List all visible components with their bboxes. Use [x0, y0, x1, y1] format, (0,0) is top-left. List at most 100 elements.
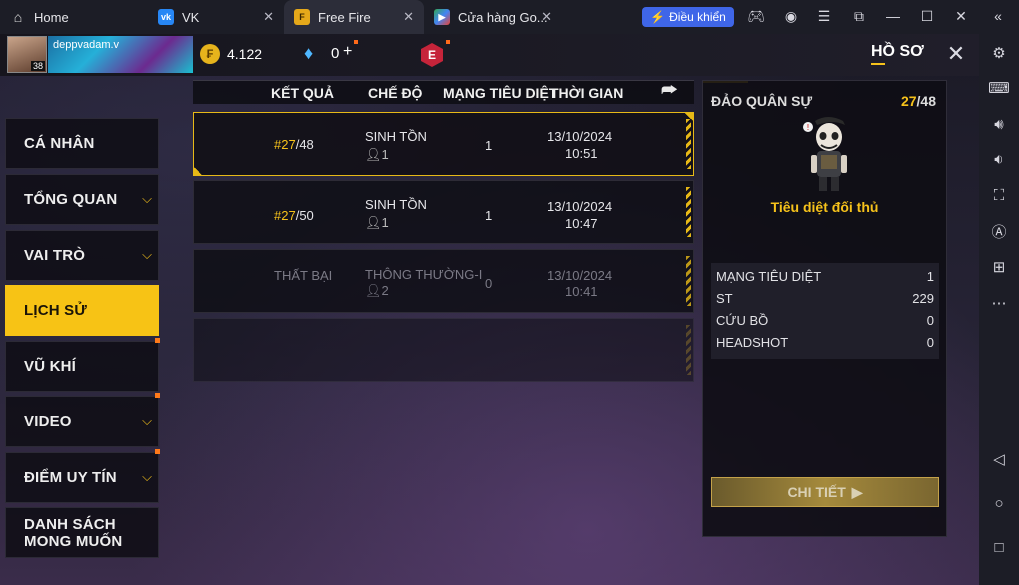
date-cell: 13/10/2024	[547, 199, 613, 214]
match-rank: 27/48	[900, 93, 936, 109]
mode-cell: SINH TỒN	[365, 197, 427, 212]
menu-item-1[interactable]: CÁ NHÂN	[5, 118, 159, 169]
account-icon[interactable]: ◉	[781, 6, 801, 26]
chevron-down-icon: ⌵	[142, 413, 152, 428]
menu-item-3[interactable]: VAI TRÒ ⌵	[5, 230, 159, 281]
popout-icon[interactable]: ⧉	[849, 6, 869, 26]
menu-item-6[interactable]: VIDEO ⌵	[5, 393, 160, 447]
page-title: HỒ SƠ	[871, 43, 924, 60]
home-icon: ⌂	[13, 9, 23, 25]
close-icon[interactable]: ✕	[944, 42, 968, 66]
lightning-icon: ⚡	[650, 10, 666, 24]
collapse-sidebar-icon[interactable]: «	[988, 6, 1008, 26]
menu-item-label: LỊCH SỬ	[24, 302, 88, 319]
kills-cell: 1	[485, 208, 493, 223]
result-cell: THẤT BẠI	[274, 268, 333, 283]
mode-cell: SINH TỒN	[365, 129, 427, 144]
mode-cell: THÔNG THƯỜNG-I	[365, 267, 483, 282]
gold-coin-icon: ₣	[200, 44, 220, 64]
close-tab-icon[interactable]: ✕	[541, 9, 552, 25]
more-options-icon[interactable]: ⋯	[988, 292, 1010, 314]
free-fire-icon: F	[294, 9, 310, 25]
add-diamond-button[interactable]: +	[343, 43, 352, 61]
menu-item-label: DANH SÁCH MONG MUỐN	[24, 516, 123, 550]
squad-size: 👤︎1	[365, 147, 389, 162]
tab-free-fire[interactable]: F Free Fire ✕	[284, 0, 424, 34]
minimize-icon[interactable]: —	[883, 6, 903, 26]
share-icon[interactable]: ⮫	[661, 80, 687, 102]
notification-dot	[354, 40, 358, 44]
rotate-icon[interactable]: Ⓐ	[988, 220, 1010, 242]
menu-item-4[interactable]: LỊCH SỬ	[5, 285, 159, 336]
table-row[interactable]: #27/48 SINH TỒN 👤︎1 1 13/10/2024 10:51	[193, 112, 694, 176]
match-detail-panel: ĐẢO QUÂN SỰ 27/48 ! Tiêu diệt đối thủ MẠ…	[702, 80, 947, 537]
menu-item-7[interactable]: ĐIỂM UY TÍN ⌵	[5, 449, 160, 503]
time-cell: 10:41	[565, 284, 598, 299]
character-sticker-icon: !	[803, 117, 847, 191]
tab-label: VK	[182, 9, 200, 25]
notification-dot	[155, 393, 160, 398]
maximize-icon[interactable]: ☐	[917, 6, 937, 26]
control-button[interactable]: ⚡ Điều khiển	[642, 7, 734, 27]
game-viewport: 38 deppvadam.v ₣ 4.122 ♦ 0 + E HỒ SƠ ✕ C…	[0, 34, 979, 585]
menu-item-label: TỔNG QUAN	[24, 191, 118, 208]
menu-item-2[interactable]: TỔNG QUAN ⌵	[5, 174, 159, 225]
menu-icon[interactable]: ☰	[814, 6, 834, 26]
title-bar: ⌂ Home vk VK ✕ F Free Fire ✕ ▶ Cửa hàng …	[0, 0, 1019, 34]
home-circle-icon[interactable]: ○	[988, 492, 1010, 514]
tab-label: Home	[34, 9, 69, 25]
back-icon[interactable]: ◁	[988, 448, 1010, 470]
table-row[interactable]: #27/50 SINH TỒN 👤︎1 1 13/10/2024 10:47	[193, 180, 694, 244]
result-cell: #27/50	[274, 208, 314, 223]
tab-google-play[interactable]: ▶ Cửa hàng Go... ✕	[424, 0, 562, 34]
close-tab-icon[interactable]: ✕	[263, 9, 274, 25]
play-arrow-icon: ▶	[851, 483, 863, 500]
player-name: deppvadam.v	[53, 39, 120, 51]
add-instance-icon[interactable]: ⊞	[988, 256, 1010, 278]
tab-label: Free Fire	[318, 9, 371, 25]
notification-dot	[155, 449, 160, 454]
player-icon: 👤︎	[365, 215, 382, 230]
tab-home[interactable]: ⌂ Home	[0, 0, 148, 34]
keyboard-icon[interactable]: ⌨	[988, 77, 1010, 99]
chevron-down-icon: ⌵	[142, 469, 152, 484]
recent-apps-icon[interactable]: □	[988, 536, 1010, 558]
player-icon: 👤︎	[365, 283, 382, 298]
close-tab-icon[interactable]: ✕	[403, 9, 414, 25]
player-level: 38	[31, 61, 46, 71]
table-row[interactable]: THẤT BẠI THÔNG THƯỜNG-I 👤︎2 0 13/10/2024…	[193, 249, 694, 313]
row-stripes	[686, 325, 691, 375]
stat-row: ST 229	[716, 291, 934, 306]
match-stats: MẠNG TIÊU DIỆT 1 ST 229 CỨU BỒ 0 HEADSHOT 0	[711, 263, 939, 359]
tab-vk[interactable]: vk VK ✕	[148, 0, 284, 34]
notification-dot	[155, 338, 160, 343]
stat-row: MẠNG TIÊU DIỆT 1	[716, 269, 934, 284]
kills-cell: 1	[485, 138, 493, 153]
fullscreen-icon[interactable]: ⛶	[988, 184, 1010, 206]
menu-item-5[interactable]: VŨ KHÍ	[5, 338, 160, 392]
detail-button[interactable]: CHI TIẾT ▶	[711, 477, 939, 507]
column-header: KẾT QUẢ	[271, 85, 334, 101]
settings-gear-icon[interactable]: ⚙	[988, 42, 1010, 64]
chevron-down-icon: ⌵	[142, 247, 152, 262]
table-row-empty	[193, 318, 694, 382]
history-table-header: KẾT QUẢ CHẾ ĐỘ MẠNG TIÊU DIỆT THỜI GIAN	[193, 80, 694, 104]
event-badge[interactable]: E	[421, 43, 443, 67]
row-stripes	[686, 119, 691, 169]
row-corner	[685, 113, 693, 121]
gamepad-icon[interactable]: 🎮︎	[746, 6, 766, 26]
diamond-icon: ♦	[304, 43, 314, 63]
emulator-sidebar: ⚙ ⌨ 🔊︎ 🔉︎ ⛶ Ⓐ ⊞ ⋯ ◁ ○ □	[979, 34, 1019, 585]
volume-down-icon[interactable]: 🔉︎	[988, 148, 1010, 170]
result-cell: #27/48	[274, 137, 314, 152]
vk-logo-icon: vk	[158, 9, 174, 25]
menu-item-label: VŨ KHÍ	[24, 358, 77, 375]
volume-up-icon[interactable]: 🔊︎	[988, 113, 1010, 135]
menu-item-label: CÁ NHÂN	[24, 135, 95, 152]
time-cell: 10:47	[565, 216, 598, 231]
menu-item-8[interactable]: DANH SÁCH MONG MUỐN	[5, 507, 159, 558]
notification-dot	[446, 40, 450, 44]
close-window-icon[interactable]: ✕	[951, 6, 971, 26]
svg-text:!: !	[806, 123, 809, 132]
coin-count: 4.122	[227, 46, 263, 62]
